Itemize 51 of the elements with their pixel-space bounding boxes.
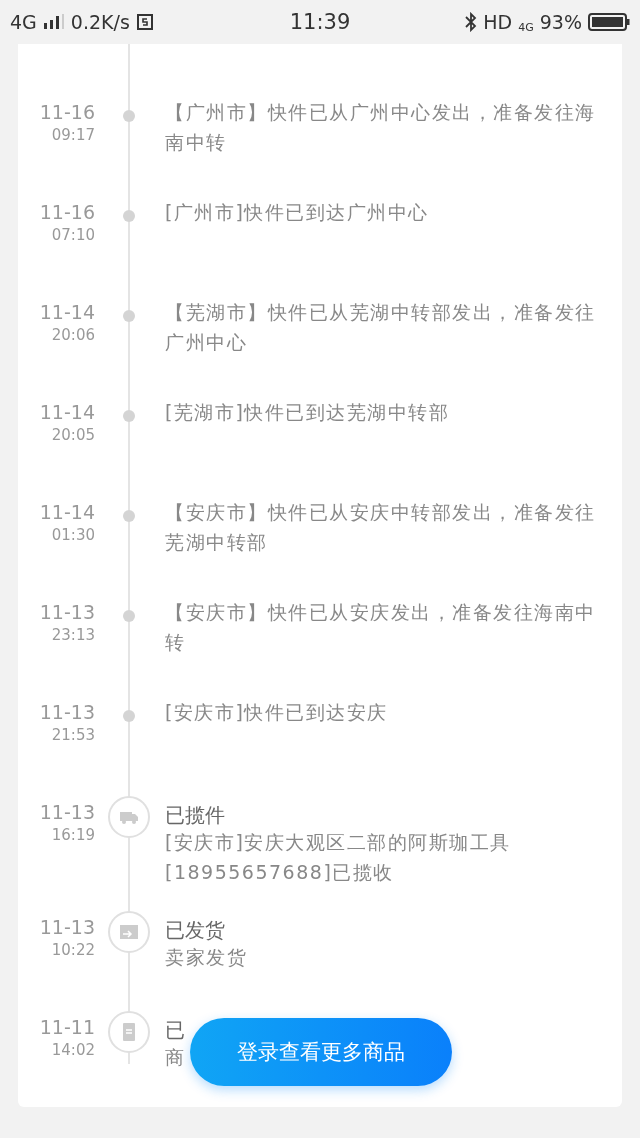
event-time: 23:13 xyxy=(51,625,95,646)
event-description: 【芜湖市】快件已从芜湖中转部发出，准备发往广州中心 xyxy=(165,300,597,355)
event-date: 11-14 xyxy=(39,400,95,424)
timeline-dot xyxy=(123,610,135,622)
event-date: 11-13 xyxy=(39,700,95,724)
timeline-dot xyxy=(123,210,135,222)
event-description: [广州市]快件已到达广州中心 xyxy=(165,200,429,225)
timeline-dot xyxy=(123,410,135,422)
event-description: 商 xyxy=(165,1045,186,1070)
event-time: 20:05 xyxy=(51,425,95,446)
bluetooth-icon xyxy=(465,12,478,32)
event-description: 【安庆市】快件已从安庆发出，准备发往海南中转 xyxy=(165,600,597,655)
login-button[interactable]: 登录查看更多商品 xyxy=(190,1018,452,1086)
event-time: 01:30 xyxy=(51,525,95,546)
event-date: 11-13 xyxy=(39,915,95,939)
hd-label: HD xyxy=(483,11,513,33)
event-date: 11-11 xyxy=(39,1015,95,1039)
signal-icon xyxy=(42,14,65,30)
status-title: 已发货 xyxy=(165,917,225,944)
network-type: 4G xyxy=(10,11,37,33)
event-date: 11-14 xyxy=(39,300,95,324)
event-date: 11-13 xyxy=(39,600,95,624)
timeline-dot xyxy=(123,510,135,522)
event-date: 11-14 xyxy=(39,500,95,524)
event-time: 07:10 xyxy=(51,225,95,246)
clock: 11:39 xyxy=(289,10,351,34)
battery-icon xyxy=(588,12,630,32)
event-date: 11-16 xyxy=(39,200,95,224)
screenshot-icon xyxy=(135,13,154,31)
event-time: 20:06 xyxy=(51,325,95,346)
timeline-dot xyxy=(123,110,135,122)
event-date: 11-13 xyxy=(39,800,95,824)
event-time: 09:17 xyxy=(51,125,95,146)
event-description: 【广州市】快件已从广州中心发出，准备发往海南中转 xyxy=(165,100,597,155)
event-time: 16:19 xyxy=(51,825,95,846)
battery-percent: 93% xyxy=(539,11,582,33)
event-time: 10:22 xyxy=(51,940,95,961)
status-title: 已 xyxy=(165,1017,185,1044)
event-date: 11-16 xyxy=(39,100,95,124)
event-description: [芜湖市]快件已到达芜湖中转部 xyxy=(165,400,450,425)
event-description: [安庆市]快件已到达安庆 xyxy=(165,700,388,725)
status-title: 已揽件 xyxy=(165,802,225,829)
network-type: 4G xyxy=(518,20,534,34)
event-description: 卖家发货 xyxy=(165,945,247,970)
event-time: 14:02 xyxy=(51,1040,95,1061)
event-description: [安庆市]安庆大观区二部的阿斯珈工具[18955657688]已揽收 xyxy=(165,830,512,885)
event-time: 21:53 xyxy=(51,725,95,746)
network-speed: 0.2K/s xyxy=(70,11,130,33)
timeline-dot xyxy=(123,710,135,722)
event-description: 【安庆市】快件已从安庆中转部发出，准备发往芜湖中转部 xyxy=(165,500,597,555)
timeline-dot xyxy=(123,310,135,322)
